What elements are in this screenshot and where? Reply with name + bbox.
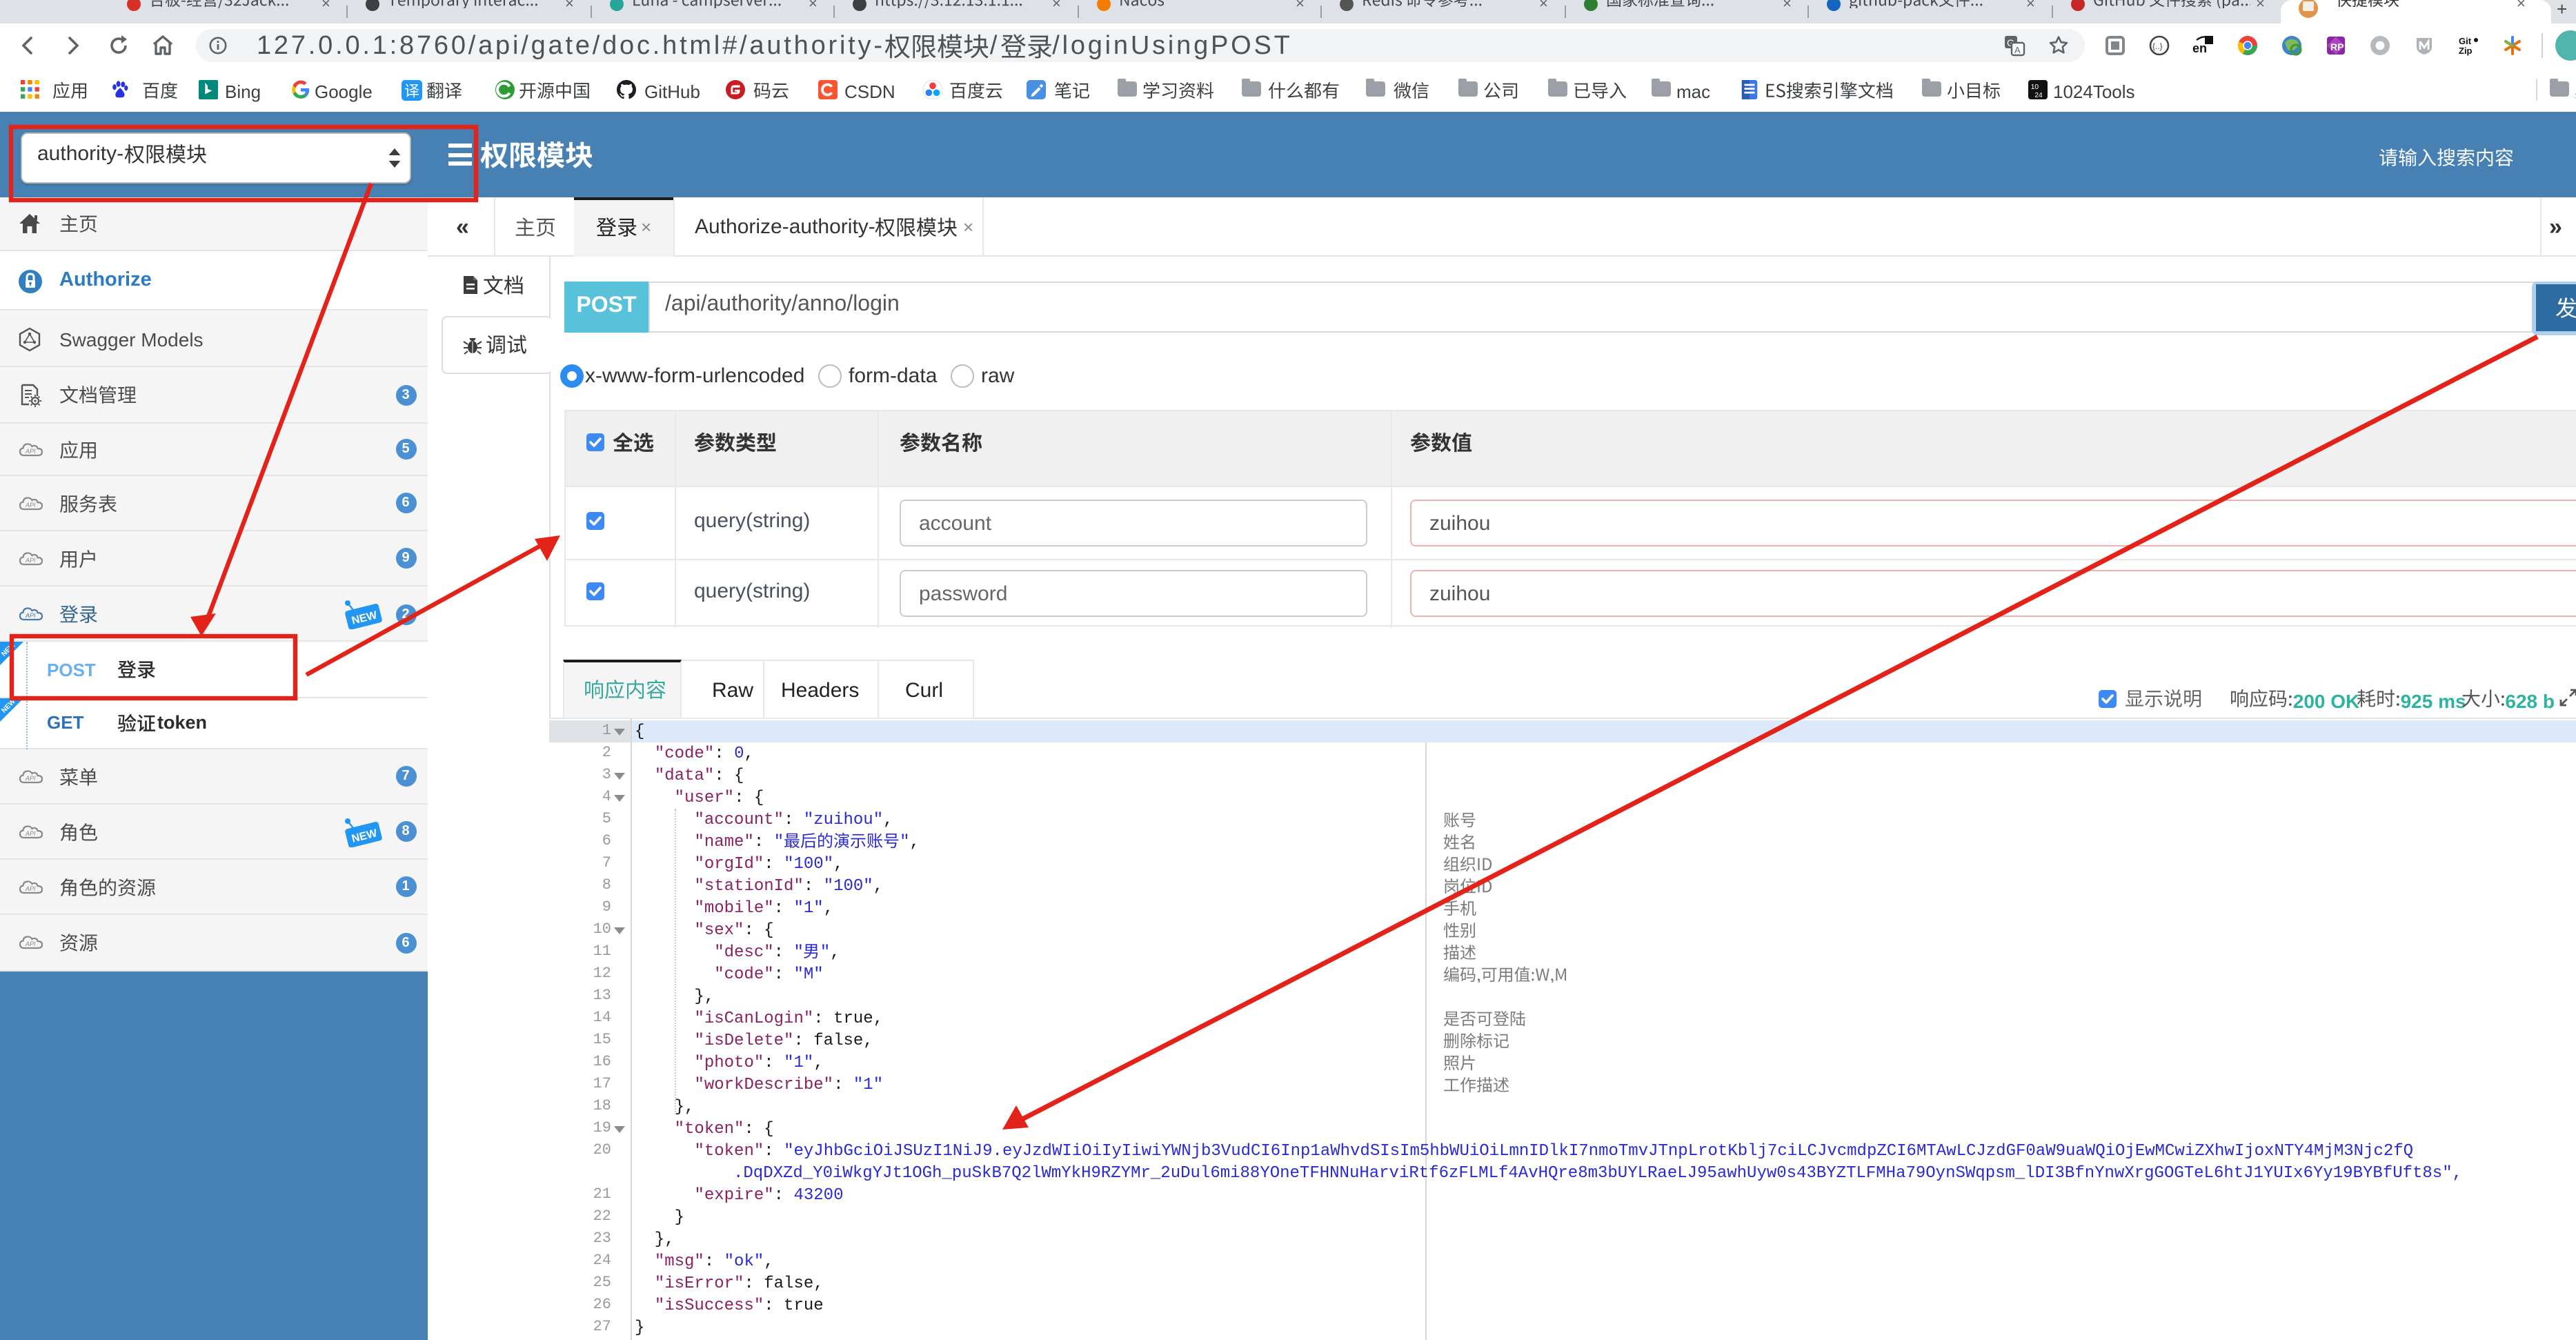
svg-text:API: API (25, 885, 36, 891)
svg-text:A: A (2014, 45, 2021, 55)
svg-text:10: 10 (2031, 83, 2039, 91)
svg-text:24: 24 (2034, 92, 2043, 99)
svg-text:API: API (25, 612, 36, 619)
svg-text:API: API (25, 556, 36, 563)
svg-text:Git: Git (2459, 36, 2472, 46)
svg-text:API: API (25, 501, 36, 508)
svg-text:API: API (25, 774, 36, 781)
svg-text:API: API (25, 829, 36, 836)
svg-text:{..}: {..} (2152, 41, 2163, 51)
svg-text:en: en (2192, 41, 2207, 55)
svg-text:Zip: Zip (2459, 46, 2473, 56)
svg-text:API: API (25, 447, 36, 454)
svg-text:RP: RP (2330, 41, 2344, 52)
svg-text:API: API (25, 941, 36, 948)
